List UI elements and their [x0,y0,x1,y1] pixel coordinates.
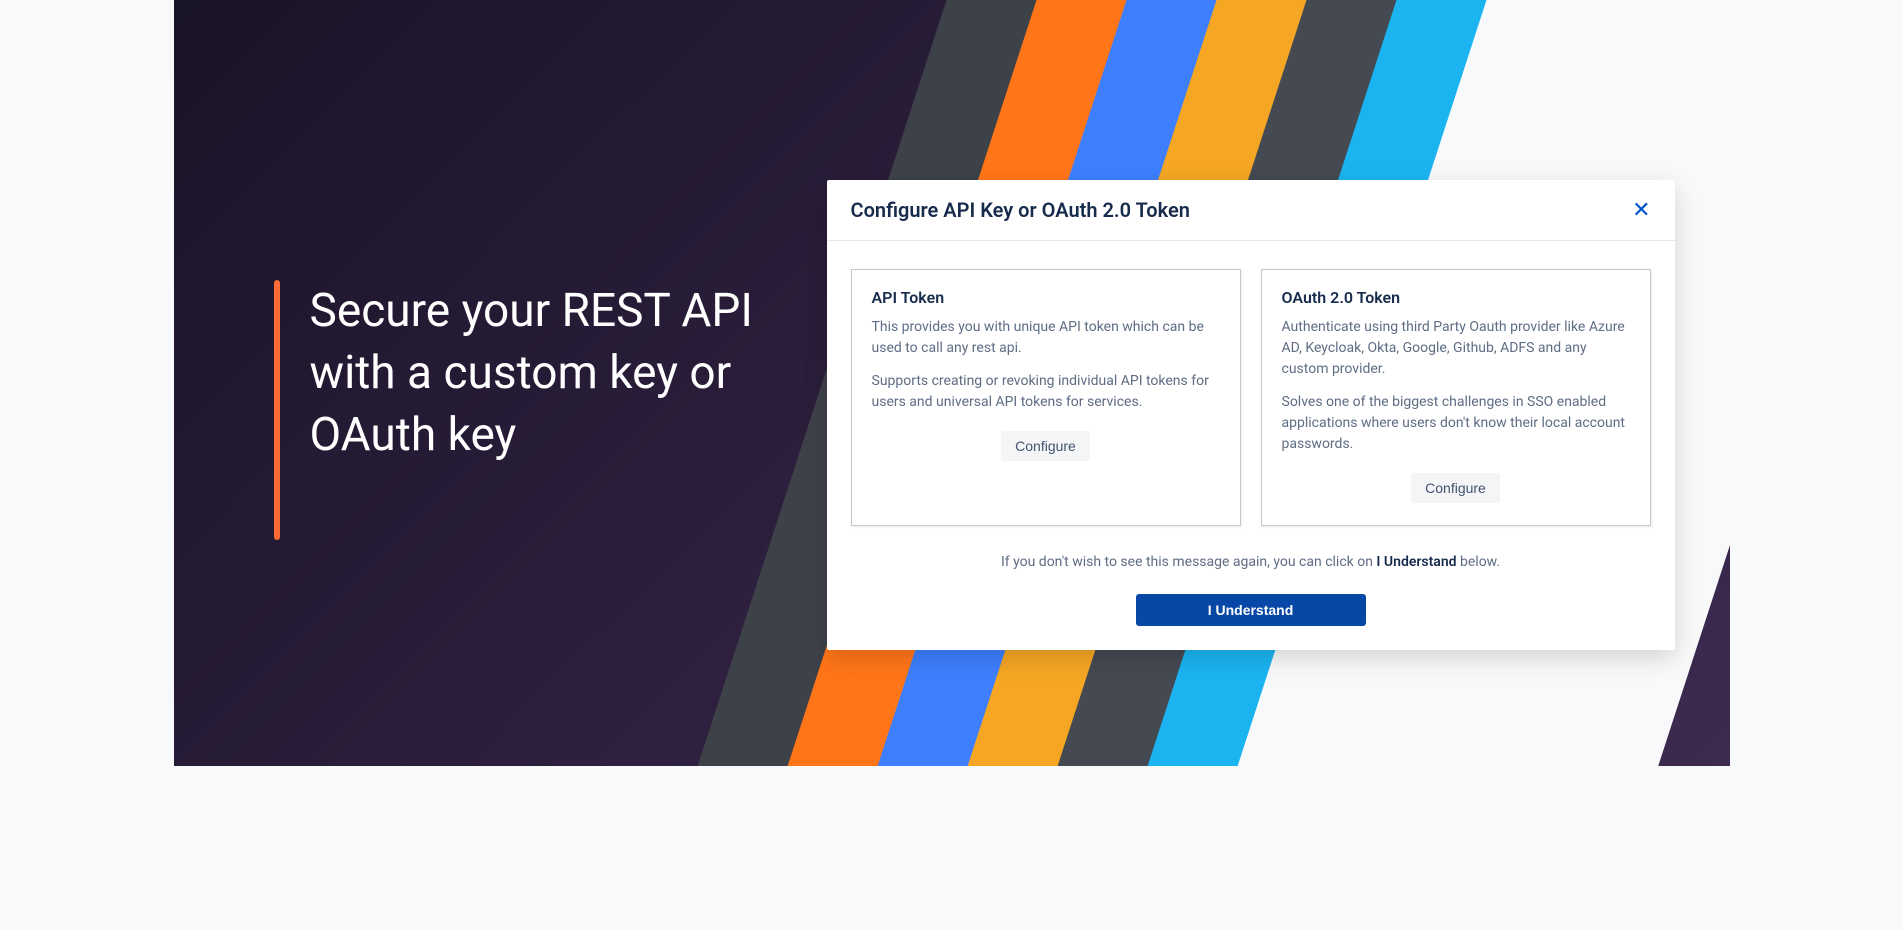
configure-dialog: Configure API Key or OAuth 2.0 Token ✕ A… [827,180,1675,650]
hero-banner: Secure your REST API with a custom key o… [174,0,1730,766]
dialog-body: API Token This provides you with unique … [827,241,1675,650]
configure-api-token-button[interactable]: Configure [1001,431,1090,461]
close-button[interactable]: ✕ [1632,199,1650,221]
footer-text-post: below. [1457,554,1501,570]
configure-oauth-button[interactable]: Configure [1411,473,1500,503]
card-title: OAuth 2.0 Token [1282,288,1630,307]
card-button-wrap: Configure [872,431,1220,461]
accent-bar [274,280,280,540]
hero-title: Secure your REST API with a custom key o… [310,280,790,540]
card-text: Supports creating or revoking individual… [872,371,1220,413]
close-icon: ✕ [1632,197,1650,222]
card-text: This provides you with unique API token … [872,317,1220,359]
dialog-header: Configure API Key or OAuth 2.0 Token ✕ [827,180,1675,241]
footer-text-pre: If you don't wish to see this message ag… [1001,554,1376,570]
card-text: Authenticate using third Party Oauth pro… [1282,317,1630,380]
footer-text-bold: I Understand [1376,554,1456,570]
card-button-wrap: Configure [1282,473,1630,503]
hero-content: Secure your REST API with a custom key o… [274,280,790,540]
api-token-card: API Token This provides you with unique … [851,269,1241,526]
understand-wrap: I Understand [851,594,1651,626]
i-understand-button[interactable]: I Understand [1136,594,1366,626]
card-text: Solves one of the biggest challenges in … [1282,392,1630,455]
oauth-token-card: OAuth 2.0 Token Authenticate using third… [1261,269,1651,526]
dialog-title: Configure API Key or OAuth 2.0 Token [851,198,1190,222]
card-title: API Token [872,288,1220,307]
footer-message: If you don't wish to see this message ag… [851,554,1651,570]
cards-row: API Token This provides you with unique … [851,269,1651,526]
